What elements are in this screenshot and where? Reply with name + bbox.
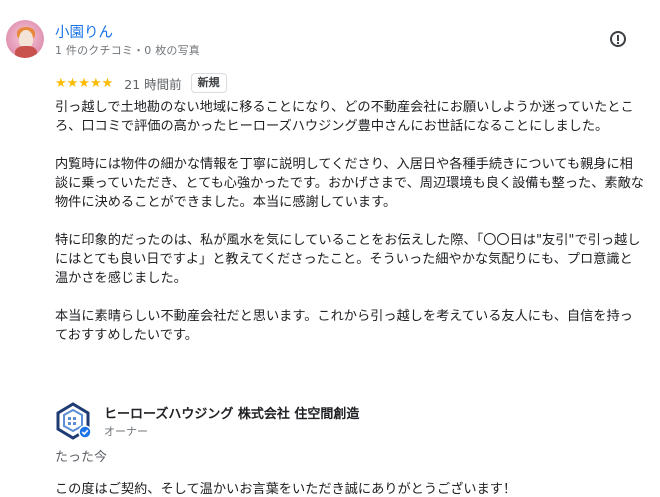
review-text: 引っ越しで土地勘のない地域に移ることになり、どの不動産会社にお願いしようか迷って… bbox=[55, 98, 645, 364]
star-rating: ★★★★★ bbox=[55, 75, 114, 91]
owner-reply-text: この度はご契約、そして温かいお言葉をいただき誠にありがとうございます！ bbox=[55, 482, 517, 497]
reviewer-meta: 1 件のクチコミ・0 枚の写真 bbox=[55, 44, 200, 57]
review-paragraph: 引っ越しで土地勘のない地域に移ることになり、どの不動産会社にお願いしようか迷って… bbox=[55, 100, 634, 134]
owner-name: ヒーローズハウジング 株式会社 住空間創造 bbox=[104, 407, 360, 422]
review-paragraph: 特に印象的だったのは、私が風水を気にしていることをお伝えした際、「〇〇日は"友引… bbox=[55, 233, 641, 286]
report-review-button[interactable] bbox=[610, 31, 626, 47]
reply-time: たった今 bbox=[55, 450, 108, 465]
reviewer-name[interactable]: 小園りん bbox=[55, 21, 113, 42]
rating-row: ★★★★★ 21 時間前 新規 bbox=[55, 73, 227, 93]
new-badge: 新規 bbox=[190, 73, 227, 93]
reviewer-avatar[interactable] bbox=[6, 20, 44, 58]
owner-role: オーナー bbox=[104, 425, 148, 438]
avatar-body bbox=[15, 46, 37, 58]
review-paragraph: 内覧時には物件の細かな情報を丁寧に説明してくださり、入居日や各種手続きについても… bbox=[55, 157, 644, 210]
owner-logo bbox=[54, 402, 92, 440]
verified-badge-icon bbox=[78, 425, 92, 439]
review-paragraph: 本当に素晴らしい不動産会社だと思います。これから引っ越しを考えている友人にも、自… bbox=[55, 309, 633, 343]
owner-logo-graphic bbox=[56, 402, 92, 440]
review-time: 21 時間前 bbox=[124, 76, 182, 92]
